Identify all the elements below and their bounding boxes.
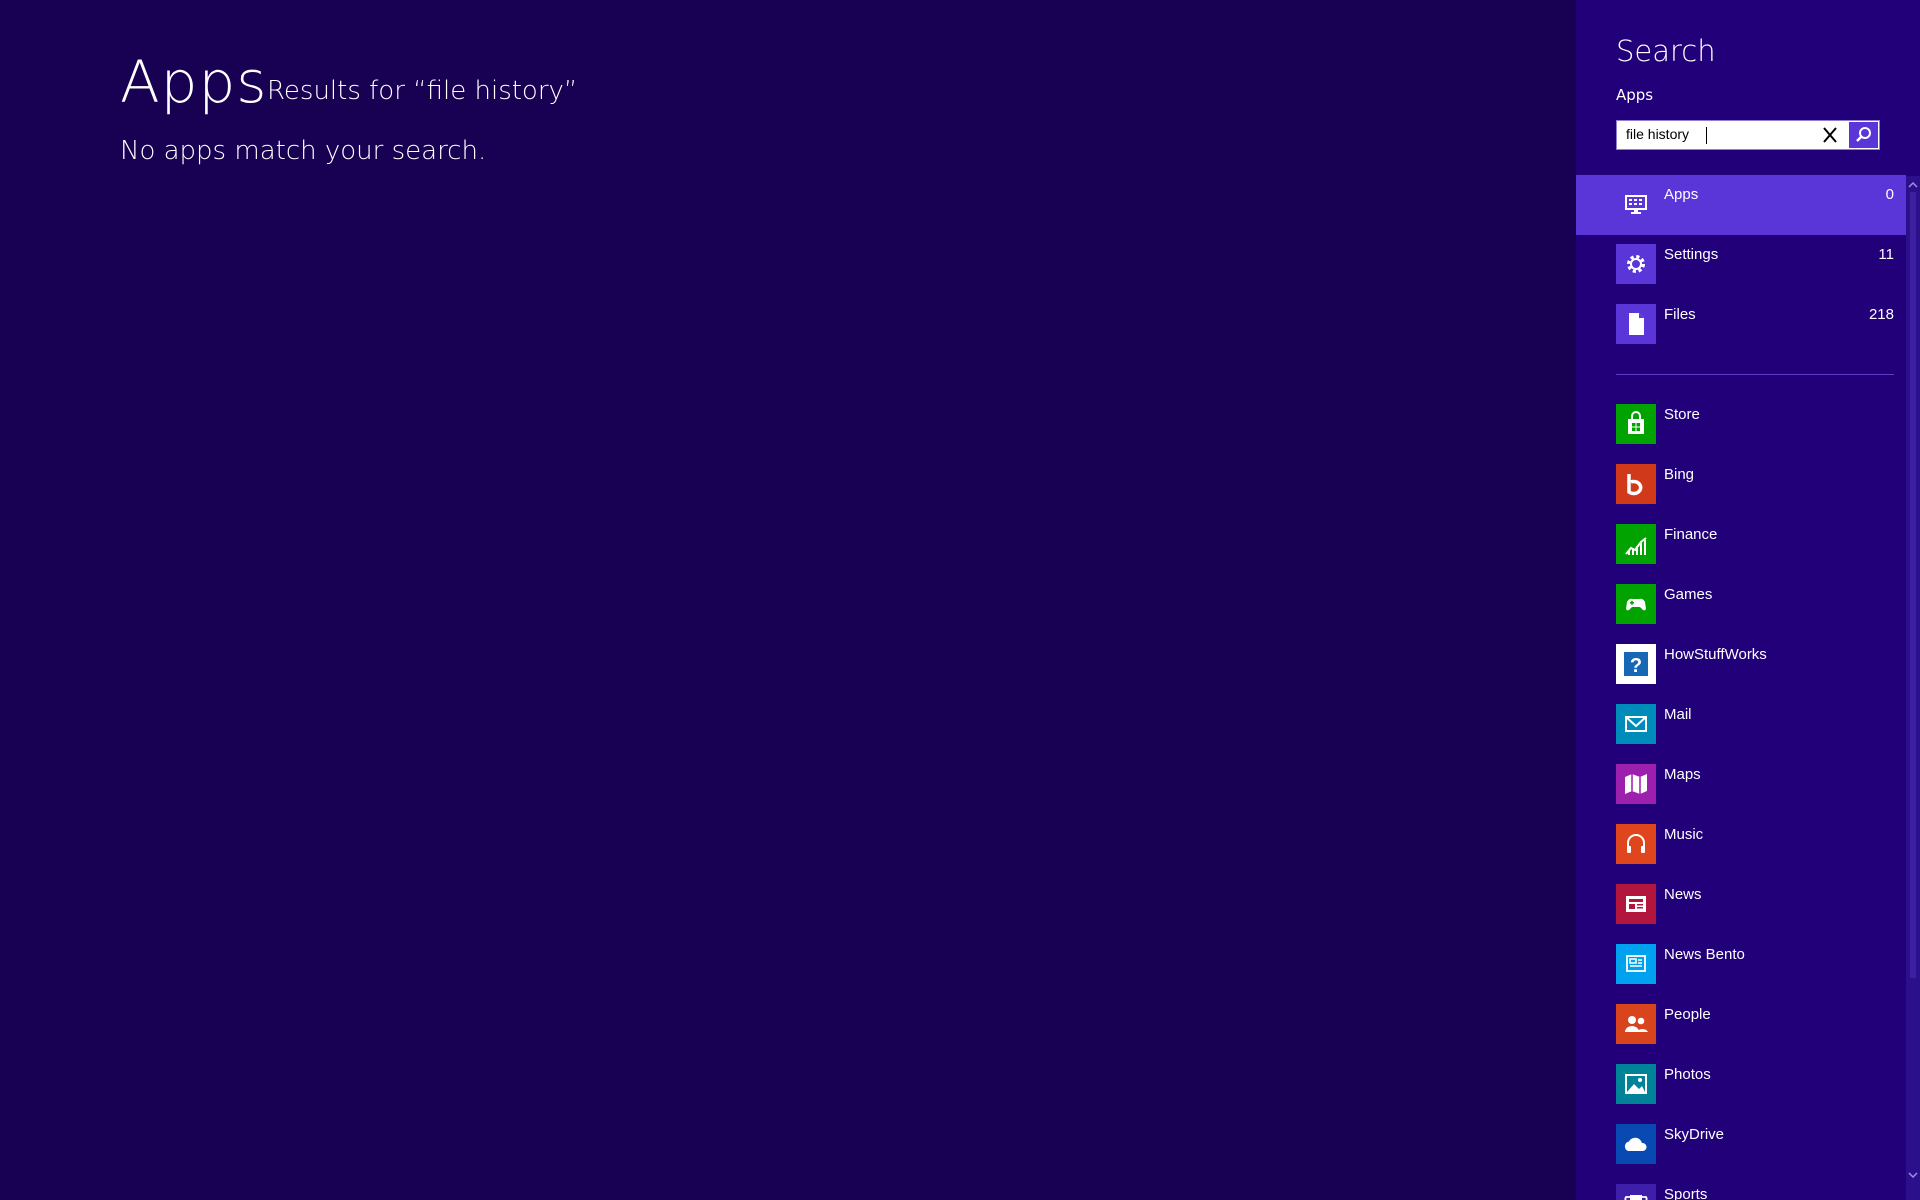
app-item-store[interactable]: Store [1576,395,1906,455]
app-tile [1616,824,1656,864]
app-item-mail[interactable]: Mail [1576,695,1906,755]
news-bento-icon [1626,955,1646,972]
app-tile [1616,1184,1656,1200]
games-icon [1626,598,1646,611]
divider [1616,374,1894,375]
item-label: Games [1664,586,1713,603]
app-item-people[interactable]: People [1576,995,1906,1055]
app-item-music[interactable]: Music [1576,815,1906,875]
app-tile [1616,584,1656,624]
app-tile [1616,884,1656,924]
page-title: Apps [120,48,268,116]
skydrive-icon [1624,1137,1647,1151]
result-count: 11 [1878,246,1894,263]
gear-icon [1627,255,1645,273]
result-count: 0 [1885,186,1894,203]
app-tile [1616,1004,1656,1044]
maps-icon [1625,774,1647,794]
app-item-howstuffworks[interactable]: ? HowStuffWorks [1576,635,1906,695]
app-item-maps[interactable]: Maps [1576,755,1906,815]
app-item-photos[interactable]: Photos [1576,1055,1906,1115]
search-scope-dropdown[interactable]: Apps [1616,86,1653,104]
app-tile: ? [1616,644,1656,684]
close-icon [1823,127,1837,143]
item-label: Photos [1664,1066,1711,1083]
category-item-apps[interactable]: Apps 0 [1576,175,1906,235]
scroll-down-arrow-icon[interactable] [1907,1170,1919,1180]
people-icon [1625,1016,1648,1032]
results-subtitle: Results for “file history” [267,76,578,106]
item-label: Files [1664,306,1696,323]
app-tile [1616,944,1656,984]
app-item-games[interactable]: Games [1576,575,1906,635]
clear-search-button[interactable] [1815,121,1845,149]
item-label: Sports [1664,1186,1708,1200]
category-item-files[interactable]: Files 218 [1576,295,1906,355]
app-tile [1616,1064,1656,1104]
search-submit-button[interactable] [1849,122,1878,148]
item-label: Store [1664,406,1700,423]
search-query-text[interactable]: file history [1626,126,1689,142]
app-item-finance[interactable]: Finance [1576,515,1906,575]
item-label: Finance [1664,526,1718,543]
mail-icon [1625,716,1647,732]
app-item-sports[interactable]: Sports [1576,1175,1906,1200]
search-pane-title: Search [1616,34,1716,68]
item-label: Maps [1664,766,1701,783]
item-label: People [1664,1006,1711,1023]
finance-icon [1625,537,1647,555]
search-results-area: Apps Results for “file history” No apps … [0,0,1576,1200]
app-tile [1616,1124,1656,1164]
item-label: Mail [1664,706,1692,723]
app-tile [1616,184,1656,224]
news-icon [1626,896,1646,912]
item-label: Apps [1664,186,1699,203]
app-tile [1616,704,1656,744]
text-caret [1706,127,1707,144]
scrollbar-thumb[interactable] [1910,192,1916,978]
item-label: Bing [1664,466,1695,483]
store-icon [1628,411,1644,434]
item-label: News [1664,886,1702,903]
app-item-news-bento[interactable]: News Bento [1576,935,1906,995]
scroll-up-arrow-icon[interactable] [1907,180,1919,190]
app-tile [1616,764,1656,804]
search-charm-pane: Search Apps file history Apps 0 Settings 11… [1576,0,1920,1200]
app-tile [1616,524,1656,564]
howstuffworks-icon: ? [1624,652,1648,677]
no-results-message: No apps match your search. [120,136,487,166]
item-label: Music [1664,826,1704,843]
item-label: SkyDrive [1664,1126,1725,1143]
app-tile [1616,404,1656,444]
bing-icon [1627,474,1643,496]
app-tile [1616,304,1656,344]
result-count: 218 [1868,306,1894,323]
app-item-bing[interactable]: Bing [1576,455,1906,515]
item-label: News Bento [1664,946,1745,963]
file-icon [1629,313,1644,335]
app-tile [1616,464,1656,504]
photos-icon [1625,1074,1647,1094]
apps-icon [1625,195,1647,214]
music-icon [1627,834,1645,853]
sports-icon [1624,1195,1648,1200]
app-item-skydrive[interactable]: SkyDrive [1576,1115,1906,1175]
search-input[interactable]: file history [1616,120,1880,150]
category-item-settings[interactable]: Settings 11 [1576,235,1906,295]
app-item-news[interactable]: News [1576,875,1906,935]
magnifier-icon [1856,127,1871,142]
app-tile [1616,244,1656,284]
search-result-list: Apps 0 Settings 11 Files 218 Store Bing Finance… [1576,175,1906,1200]
item-label: Settings [1664,246,1719,263]
svg-text:?: ? [1630,655,1642,677]
item-label: HowStuffWorks [1664,646,1767,663]
